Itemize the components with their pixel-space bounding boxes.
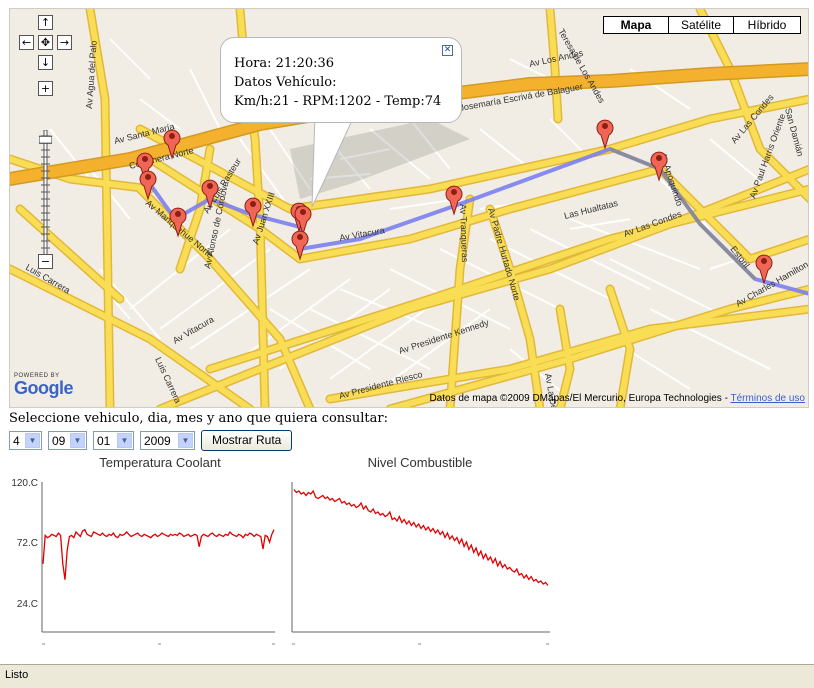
- zoom-out-button[interactable]: −: [38, 254, 53, 269]
- month-select-value: 01: [97, 433, 111, 448]
- street-label: Av Presidente Kennedy: [398, 317, 491, 356]
- fuel-chart-svg: [291, 482, 550, 645]
- zoom-slider-thumb[interactable]: [39, 135, 52, 144]
- chevron-down-icon[interactable]: ▼: [117, 433, 132, 448]
- route-gray-segment: [609, 147, 757, 281]
- info-window: ✕ Hora: 21:20:36 Datos Vehículo: Km/h:21…: [220, 37, 462, 123]
- info-window-heading: Datos Vehículo:: [234, 75, 337, 90]
- map-type-control: Mapa Satélite Híbrido: [603, 16, 801, 34]
- info-window-vehicle-data: Km/h:21 - RPM:1202 - Temp:74: [234, 94, 442, 109]
- pan-right-button[interactable]: →: [57, 35, 72, 50]
- y-tick-label: 120.C: [11, 478, 38, 489]
- zoom-in-button[interactable]: +: [38, 81, 53, 96]
- street-label: Av Vitacura: [171, 314, 216, 346]
- show-route-button[interactable]: Mostrar Ruta: [201, 430, 293, 451]
- map[interactable]: Av Santa María Costanera Norte Av Agua d…: [9, 8, 809, 408]
- copyright-text: Datos de mapa ©2009 DMapas/El Mercurio, …: [429, 393, 728, 404]
- query-prompt: Seleccione vehiculo, dia, mes y ano que …: [9, 411, 388, 426]
- status-text: Listo: [5, 669, 29, 681]
- street-label: San Damián: [783, 107, 805, 157]
- chevron-down-icon[interactable]: ▼: [25, 433, 40, 448]
- google-logo[interactable]: POWERED BY Google: [14, 373, 74, 398]
- coolant-temperature-chart: Temperatura Coolant 120.C 72.C 24.C: [0, 450, 290, 650]
- coolant-chart-svg: 120.C 72.C 24.C: [11, 478, 275, 645]
- day-select[interactable]: 09 ▼: [48, 431, 87, 450]
- vehicle-select[interactable]: 4 ▼: [9, 431, 42, 450]
- street-label: Las Hualtatas: [563, 198, 619, 221]
- pan-left-button[interactable]: ←: [19, 35, 34, 50]
- coolant-series-line: [42, 528, 275, 580]
- fuel-series-line: [293, 489, 549, 586]
- year-select-value: 2009: [144, 433, 171, 448]
- route-marker[interactable]: [294, 205, 312, 236]
- day-select-value: 09: [52, 433, 66, 448]
- y-tick-label: 24.C: [17, 599, 38, 610]
- terms-of-use-link[interactable]: Términos de uso: [731, 393, 805, 404]
- zoom-slider[interactable]: [39, 130, 52, 260]
- map-type-hibrido[interactable]: Híbrido: [733, 17, 800, 33]
- map-type-satelite[interactable]: Satélite: [668, 17, 733, 33]
- map-type-mapa[interactable]: Mapa: [604, 17, 668, 33]
- pan-down-button[interactable]: ↓: [38, 55, 53, 70]
- month-select[interactable]: 01 ▼: [93, 431, 134, 450]
- chevron-down-icon[interactable]: ▼: [178, 433, 193, 448]
- year-select[interactable]: 2009 ▼: [140, 431, 195, 450]
- y-tick-label: 72.C: [17, 538, 38, 549]
- status-bar: Listo: [0, 664, 814, 688]
- query-controls: 4 ▼ 09 ▼ 01 ▼ 2009 ▼ Mostrar Ruta: [9, 430, 293, 451]
- pan-center-button[interactable]: ✥: [38, 35, 53, 50]
- vehicle-select-value: 4: [13, 433, 20, 448]
- info-window-time: Hora: 21:20:36: [234, 56, 335, 71]
- street-label: Av Tranqueras: [458, 204, 470, 263]
- fuel-level-chart: Nivel Combustible: [290, 450, 560, 650]
- route-marker[interactable]: [596, 119, 614, 150]
- google-logo-text: Google: [14, 378, 74, 398]
- pan-up-button[interactable]: ↑: [38, 15, 53, 30]
- chevron-down-icon[interactable]: ▼: [70, 433, 85, 448]
- info-window-close-icon[interactable]: ✕: [442, 45, 453, 56]
- map-copyright: Datos de mapa ©2009 DMapas/El Mercurio, …: [429, 393, 805, 404]
